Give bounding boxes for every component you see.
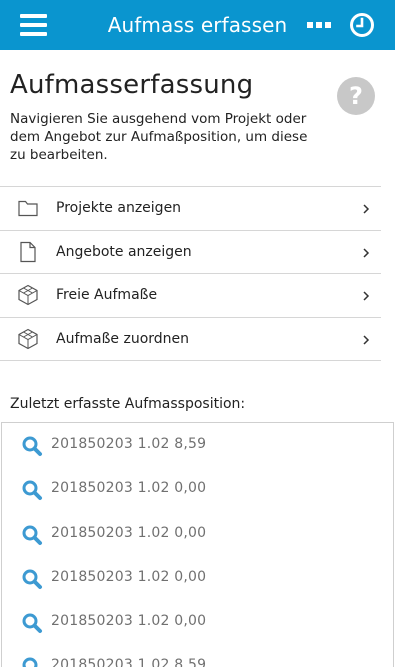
page-header: Aufmasserfassung [10, 70, 380, 100]
help-icon[interactable]: ? [336, 76, 376, 116]
chevron-right-icon [363, 247, 370, 258]
recent-position-text: 201850203 1.02 8,59 [51, 657, 207, 667]
recent-position-item[interactable]: 201850203 1.02 8,59 [2, 423, 393, 467]
recent-position-item[interactable]: 201850203 1.02 0,00 [2, 512, 393, 556]
page-title: Aufmasserfassung [10, 70, 254, 100]
recent-position-text: 201850203 1.02 8,59 [51, 436, 207, 452]
cube-icon [18, 284, 38, 306]
chevron-right-icon [363, 204, 370, 214]
recent-position-item[interactable]: 201850203 1.02 8,59 [2, 644, 393, 667]
menu-item-aufmasse-zuordnen[interactable]: Aufmaße zuordnen [0, 318, 381, 361]
search-icon [22, 525, 42, 545]
clock-icon[interactable] [349, 12, 375, 38]
more-options-icon[interactable] [307, 15, 331, 35]
search-icon [22, 436, 42, 456]
search-icon [22, 569, 42, 589]
chevron-right-icon [363, 291, 370, 301]
svg-text:?: ? [349, 82, 363, 110]
recent-position-text: 201850203 1.02 0,00 [51, 524, 207, 541]
recent-section-title: Zuletzt erfasste Aufmassposition: [10, 396, 246, 412]
menu-item-projekte[interactable]: Projekte anzeigen [0, 187, 381, 231]
recent-position-item[interactable]: 201850203 1.02 0,00 [2, 467, 393, 511]
document-icon [20, 241, 36, 262]
navigation-menu: Projekte anzeigen Angebote anzeigen Frei… [0, 186, 381, 361]
intro-text: Navigieren Sie ausgehend vom Projekt ode… [10, 111, 308, 163]
top-app-bar: Aufmass erfassen [0, 0, 395, 50]
menu-item-label: Angebote anzeigen [56, 243, 192, 260]
search-icon [22, 657, 38, 667]
chevron-right-icon [363, 334, 370, 345]
recent-position-item[interactable]: 201850203 1.02 0,00 [2, 556, 393, 600]
menu-item-freie-aufmasse[interactable]: Freie Aufmaße [0, 274, 381, 318]
search-icon [22, 480, 42, 501]
cube-icon [18, 328, 38, 349]
recent-position-text: 201850203 1.02 0,00 [51, 480, 207, 497]
menu-item-label: Freie Aufmaße [56, 287, 158, 304]
app-title: Aufmass erfassen [107, 13, 288, 37]
recent-position-text: 201850203 1.02 0,00 [51, 568, 207, 585]
recent-positions-list: 201850203 1.02 8,59 201850203 1.02 0,00 … [1, 422, 394, 667]
menu-item-label: Aufmaße zuordnen [56, 330, 190, 347]
recent-position-text: 201850203 1.02 0,00 [51, 613, 207, 630]
recent-position-item[interactable]: 201850203 1.02 0,00 [2, 600, 393, 644]
menu-item-label: Projekte anzeigen [56, 200, 182, 217]
search-icon [22, 613, 42, 634]
folder-icon [18, 200, 38, 217]
menu-item-angebote[interactable]: Angebote anzeigen [0, 231, 381, 274]
